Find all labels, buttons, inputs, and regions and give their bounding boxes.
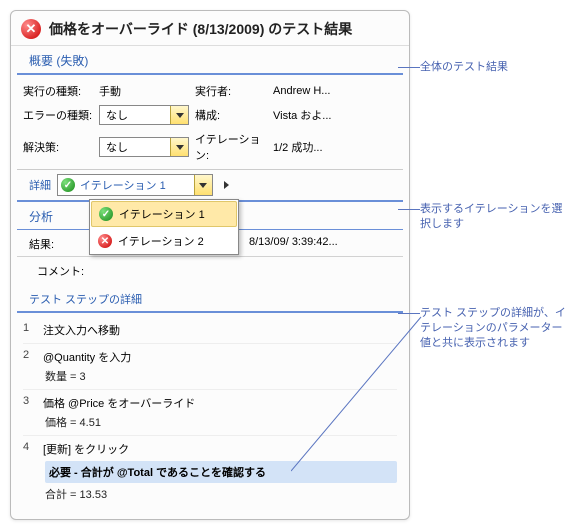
resolution-label: 解決策:: [23, 139, 93, 155]
step-param: 価格 = 4.51: [45, 414, 397, 430]
chevron-right-icon: [224, 181, 229, 189]
test-step: 4 [更新] をクリック 必要 - 合計が @Total であることを確認する …: [23, 436, 397, 507]
overview-section[interactable]: 概要 (失敗): [17, 46, 403, 75]
check-icon: ✓: [61, 178, 75, 192]
step-param: 合計 = 13.53: [45, 486, 397, 502]
step-number: 4: [23, 441, 35, 457]
iteration-selected: イテレーション 1: [80, 177, 194, 193]
comment-row: コメント:: [11, 257, 409, 285]
error-type-selected: なし: [106, 107, 128, 123]
next-iteration-button[interactable]: [219, 181, 235, 189]
step-text: 価格 @Price をオーバーライド: [43, 395, 397, 411]
steps-list: 1 注文入力へ移動 2 @Quantity を入力 数量 = 3 3 価格 @P…: [11, 313, 409, 511]
config-label: 構成:: [195, 107, 267, 123]
result-label: 結果:: [29, 236, 79, 252]
config-value: Vista およ...: [273, 107, 397, 123]
step-number: 1: [23, 322, 35, 338]
panel-header: ✕ 価格をオーバーライド (8/13/2009) のテスト結果: [11, 11, 409, 46]
comment-label: コメント:: [37, 263, 84, 279]
dropdown-button[interactable]: [194, 175, 212, 195]
iteration-option-label: イテレーション 1: [119, 206, 205, 222]
run-type-value: 手動: [99, 83, 189, 99]
step-param: 数量 = 3: [45, 368, 397, 384]
step-expected: 必要 - 合計が @Total であることを確認する: [45, 461, 397, 483]
test-step: 1 注文入力へ移動: [23, 317, 397, 344]
detail-label[interactable]: 詳細: [29, 177, 51, 193]
overview-grid: 実行の種類: 手動 実行者: Andrew H... エラーの種類: なし 構成…: [11, 75, 409, 169]
step-number: 3: [23, 395, 35, 411]
chevron-down-icon: [176, 113, 184, 118]
step-number: 2: [23, 349, 35, 365]
check-icon: ✓: [99, 207, 113, 221]
fail-icon: ✕: [21, 19, 41, 39]
dropdown-button[interactable]: [170, 138, 188, 156]
iteration-value: 1/2 成功...: [273, 139, 397, 155]
run-type-label: 実行の種類:: [23, 83, 93, 99]
iteration-label: イテレーション:: [195, 131, 267, 163]
iteration-option-label: イテレーション 2: [118, 233, 204, 249]
start-value: 8/13/09/ 3:39:42...: [249, 236, 391, 252]
iteration-menu: ✓ イテレーション 1 ✕ イテレーション 2: [89, 199, 239, 255]
resolution-dropdown[interactable]: なし: [99, 137, 189, 157]
test-step: 3 価格 @Price をオーバーライド 価格 = 4.51: [23, 390, 397, 436]
iteration-dropdown[interactable]: ✓ イテレーション 1: [57, 174, 213, 196]
runner-value: Andrew H...: [273, 85, 397, 97]
error-type-dropdown[interactable]: なし: [99, 105, 189, 125]
test-result-panel: ✕ 価格をオーバーライド (8/13/2009) のテスト結果 概要 (失敗) …: [10, 10, 410, 520]
annotation-overall: 全体のテスト結果: [420, 60, 566, 75]
annotation-iteration: 表示するイテレーションを選択します: [420, 202, 566, 232]
dropdown-button[interactable]: [170, 106, 188, 124]
step-text: [更新] をクリック: [43, 441, 397, 457]
fail-icon: ✕: [98, 234, 112, 248]
test-step: 2 @Quantity を入力 数量 = 3: [23, 344, 397, 390]
iteration-option[interactable]: ✓ イテレーション 1: [91, 201, 237, 227]
steps-section[interactable]: テスト ステップの詳細: [17, 285, 403, 313]
annotation-steps: テスト ステップの詳細が、イテレーションのパラメーター値と共に表示されます: [420, 306, 566, 351]
resolution-selected: なし: [106, 139, 128, 155]
error-type-label: エラーの種類:: [23, 107, 93, 123]
chevron-down-icon: [176, 145, 184, 150]
iteration-option[interactable]: ✕ イテレーション 2: [90, 228, 238, 254]
step-text: 注文入力へ移動: [43, 322, 397, 338]
chevron-down-icon: [199, 183, 207, 188]
detail-section: 詳細 ✓ イテレーション 1: [17, 169, 403, 202]
step-text: @Quantity を入力: [43, 349, 397, 365]
runner-label: 実行者:: [195, 83, 267, 99]
panel-title: 価格をオーバーライド (8/13/2009) のテスト結果: [49, 19, 352, 39]
